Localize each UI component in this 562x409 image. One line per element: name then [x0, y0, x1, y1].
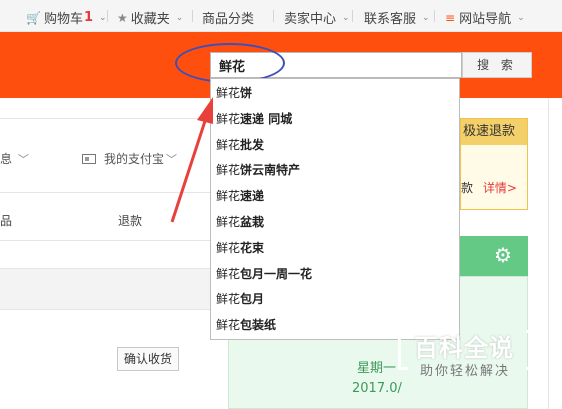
speed-refund-panel: 极速退款 款 详情> [460, 118, 528, 210]
suggestion-suffix: 批发 [240, 137, 265, 152]
suggestion-item[interactable]: 鲜花饼 [216, 84, 252, 101]
refund-fragment: 款 [461, 181, 474, 195]
nav-divider [434, 10, 435, 22]
suggestion-item[interactable]: 鲜花批发 [216, 136, 264, 153]
watermark-title: 百科全说 [414, 334, 514, 362]
suggestion-prefix: 鲜花 [216, 292, 241, 307]
suggestion-prefix: 鲜花 [216, 215, 241, 229]
chevron-down-icon: ⌄ [422, 12, 430, 23]
suggestion-item[interactable]: 鲜花包月一周一花 [216, 265, 312, 282]
seller-center-label: 卖家中心 [284, 12, 337, 27]
site-nav-link[interactable]: ≡ 网站导航 ⌄ [445, 8, 525, 28]
categories-link[interactable]: 商品分类 [202, 8, 254, 27]
watermark-bracket-right [526, 330, 536, 370]
suggestion-prefix: 鲜花 [216, 189, 241, 204]
my-alipay-menu[interactable]: 我的支付宝 ﹀ [82, 150, 177, 167]
chevron-down-icon: ﹀ [166, 152, 178, 166]
search-suggestion-dropdown: 鲜花饼 鲜花速递 同城 鲜花批发 鲜花饼云南特产 鲜花速递 鲜花盆栽 鲜花花束 鲜花包月一周一… [210, 78, 460, 340]
watermark: 百科全说 助你轻松解决 [398, 322, 540, 382]
arrow-shaft [170, 117, 208, 223]
speed-refund-body: 款 详情> [461, 179, 517, 196]
chevron-down-icon: ⌄ [175, 12, 184, 23]
suggestion-item[interactable]: 鲜花速递 [216, 187, 264, 204]
cart-icon: 🛒 [26, 10, 41, 25]
suggestion-suffix: 饼云南特产 [240, 163, 301, 178]
cart-link[interactable]: 🛒 购物车 1 ⌄ [26, 8, 107, 27]
menu-icon: ≡ [445, 10, 456, 25]
divider [0, 192, 210, 193]
suggestion-suffix: 包月 [240, 292, 265, 307]
weekday-label: 星期一 [357, 361, 397, 376]
tab-refund[interactable]: 退款 [118, 212, 142, 229]
suggestion-item[interactable]: 鲜花包月 [216, 290, 264, 307]
suggestion-item[interactable]: 鲜花饼云南特产 [216, 161, 300, 178]
favorites-link[interactable]: ★ 收藏夹 ⌄ [117, 8, 184, 28]
suggestion-prefix: 鲜花 [216, 266, 241, 281]
order-header-band [0, 268, 210, 310]
cart-label: 购物车 [43, 12, 83, 27]
suggestion-item[interactable]: 鲜花盆栽 [216, 213, 264, 230]
alipay-label: 我的支付宝 [104, 152, 165, 166]
confirm-receipt-button[interactable]: 确认收货 [117, 347, 179, 371]
suggestion-suffix: 包月一周一花 [240, 266, 313, 281]
chevron-down-icon: ⌄ [517, 12, 525, 23]
divider [0, 118, 210, 119]
date-label: 2017.0/ [352, 381, 402, 396]
nav-divider [107, 10, 108, 22]
seller-center-link[interactable]: 卖家中心 ⌄ [284, 8, 350, 27]
divider [0, 240, 210, 241]
speed-refund-title: 极速退款 [461, 119, 527, 145]
suggestion-prefix: 鲜花 [216, 111, 241, 126]
info-label: 息 [0, 152, 13, 166]
suggestion-suffix: 花束 [240, 240, 265, 255]
top-nav-bar: 🛒 购物车 1 ⌄ ★ 收藏夹 ⌄ 商品分类 卖家中心 ⌄ 联系客服 ⌄ ≡ 网… [0, 0, 562, 32]
divider [548, 98, 549, 409]
annotation-circle [175, 43, 285, 83]
page: 🛒 购物车 1 ⌄ ★ 收藏夹 ⌄ 商品分类 卖家中心 ⌄ 联系客服 ⌄ ≡ 网… [0, 0, 562, 409]
chevron-down-icon: ⌄ [99, 12, 107, 23]
info-menu-fragment[interactable]: 息 ﹀ [0, 150, 29, 167]
suggestion-item[interactable]: 鲜花包装纸 [216, 316, 276, 333]
suggestion-prefix: 鲜花 [216, 240, 241, 255]
gear-icon[interactable]: ⚙ [494, 243, 512, 267]
suggestion-suffix: 盆栽 [240, 215, 265, 229]
watermark-subtitle: 助你轻松解决 [420, 364, 511, 379]
detail-link[interactable]: 详情> [483, 181, 517, 195]
suggestion-item[interactable]: 鲜花速递 同城 [216, 110, 292, 127]
suggestion-suffix: 包装纸 [240, 318, 277, 333]
suggestion-suffix: 速递 [240, 189, 265, 204]
suggestion-prefix: 鲜花 [216, 318, 241, 333]
suggestion-prefix: 鲜花 [216, 86, 241, 100]
nav-divider [192, 10, 193, 22]
chevron-down-icon: ﹀ [17, 153, 29, 166]
card-icon [82, 153, 96, 164]
suggestion-suffix: 饼 [240, 86, 253, 100]
tab-fragment[interactable]: 品 [0, 212, 12, 229]
suggestion-suffix: 速递 同城 [240, 111, 293, 126]
search-button[interactable]: 搜 索 [462, 52, 532, 78]
star-icon: ★ [117, 10, 128, 25]
nav-divider [352, 10, 353, 22]
contact-service-link[interactable]: 联系客服 ⌄ [364, 8, 430, 27]
watermark-bracket-left [398, 330, 408, 370]
categories-label: 商品分类 [202, 12, 255, 27]
favorites-label: 收藏夹 [130, 12, 170, 27]
chevron-down-icon: ⌄ [342, 12, 350, 23]
contact-service-label: 联系客服 [364, 12, 417, 27]
site-nav-label: 网站导航 [459, 12, 512, 27]
suggestion-item[interactable]: 鲜花花束 [216, 239, 264, 256]
cart-count-badge: 1 [83, 10, 94, 25]
nav-divider [273, 10, 274, 22]
suggestion-prefix: 鲜花 [216, 137, 241, 152]
suggestion-prefix: 鲜花 [216, 163, 241, 178]
